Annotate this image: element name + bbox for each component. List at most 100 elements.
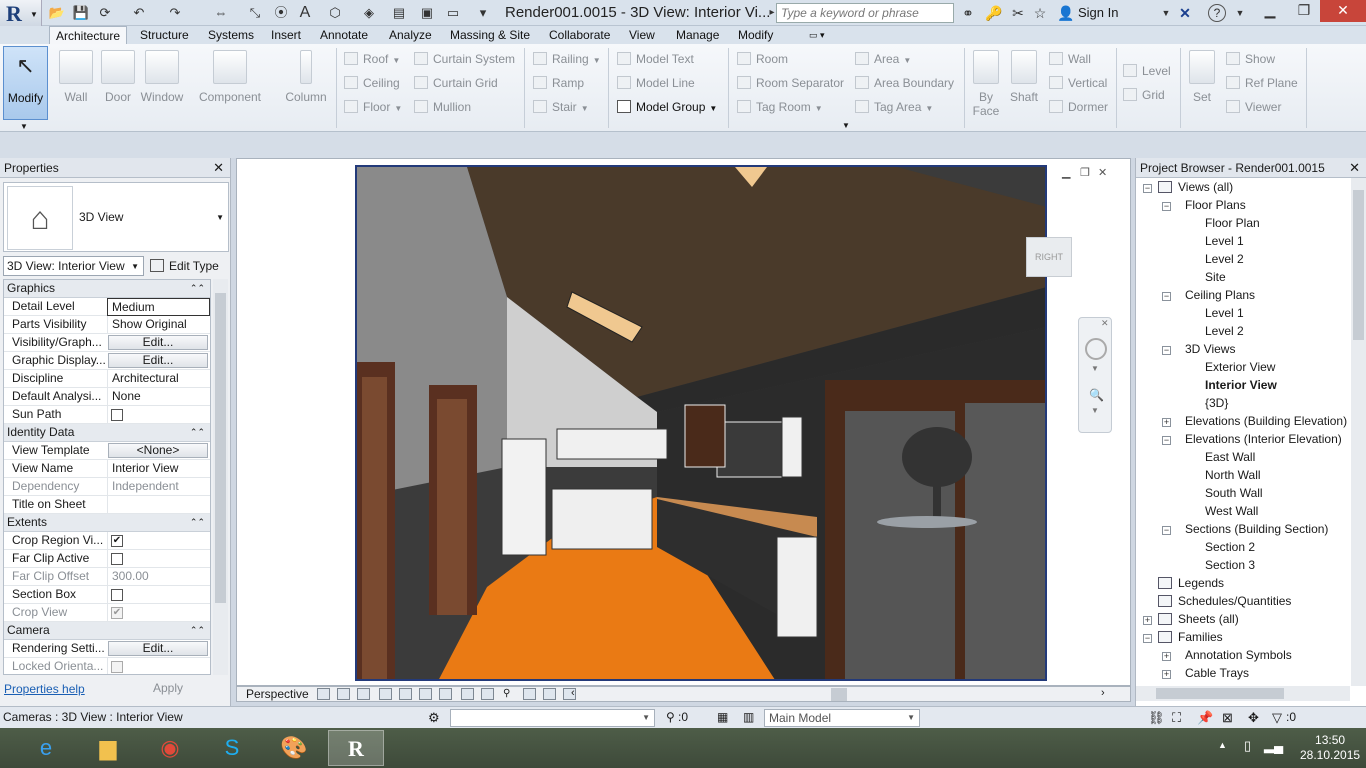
curtain-grid-button[interactable]: Curtain Grid — [414, 74, 498, 92]
tree-node-families[interactable]: Families — [1158, 628, 1223, 646]
section-identity-data[interactable]: Identity Data ⌃⌃ — [4, 424, 210, 442]
scroll-thumb[interactable] — [215, 293, 226, 603]
revit-taskbar-icon[interactable]: R — [328, 730, 384, 766]
floor-button[interactable]: Floor ▼ — [344, 98, 402, 116]
application-menu-button[interactable]: R ▼ — [0, 0, 42, 26]
room-separator-button[interactable]: Room Separator — [737, 74, 844, 92]
tag-room-button[interactable]: Tag Room ▼ — [737, 98, 823, 116]
zoom-icon[interactable]: 🔍 — [1089, 388, 1104, 402]
window-button[interactable]: Window — [138, 46, 186, 120]
level-button[interactable]: Level — [1123, 62, 1171, 80]
mullion-button[interactable]: Mullion — [414, 98, 471, 116]
sync-icon[interactable]: ⟳ — [96, 3, 114, 23]
section-camera[interactable]: Camera ⌃⌃ — [4, 622, 210, 640]
collapse-toggle-icon[interactable]: − — [1143, 184, 1152, 193]
thin-lines-icon[interactable]: ▤ — [390, 3, 408, 23]
by-face-button[interactable]: By Face — [970, 46, 1002, 120]
collapse-toggle-icon[interactable]: − — [1162, 202, 1171, 211]
save-icon[interactable]: 💾 — [72, 3, 90, 23]
tab-view[interactable]: View — [623, 26, 661, 44]
parts-visibility-field[interactable]: Show Original — [107, 316, 210, 334]
restore-view-icon[interactable]: ❐ — [1080, 166, 1090, 179]
unlocked-3d-view-icon[interactable] — [461, 688, 474, 700]
section-icon[interactable]: ◈ — [360, 3, 378, 23]
navigation-bar[interactable]: ✕ ▼ 🔍 ▼ — [1078, 317, 1112, 433]
crop-view-icon[interactable] — [419, 688, 432, 700]
tree-node-south-wall[interactable]: South Wall — [1205, 484, 1263, 502]
reveal-hidden-icon[interactable]: ⚲ — [503, 688, 516, 700]
tab-modify[interactable]: Modify — [732, 26, 779, 44]
tree-node-cable-trays[interactable]: Cable Trays — [1185, 664, 1249, 682]
clock[interactable]: 13:50 28.10.2015 — [1300, 733, 1360, 763]
filter-icon[interactable]: ▽ — [1272, 710, 1282, 726]
tree-node-sections[interactable]: Sections (Building Section) — [1185, 520, 1328, 538]
door-button[interactable]: Door — [100, 46, 136, 120]
viewer-button[interactable]: Viewer — [1226, 98, 1281, 116]
area-boundary-button[interactable]: Area Boundary — [855, 74, 954, 92]
sun-path-icon[interactable] — [357, 688, 370, 700]
editable-only-icon[interactable]: ▦ — [717, 710, 728, 724]
close-view-icon[interactable]: ✕ — [1098, 166, 1107, 179]
apply-button[interactable]: Apply — [153, 681, 183, 695]
tree-node-section-2[interactable]: Section 2 — [1205, 538, 1255, 556]
worksets-icon[interactable]: ⚙ — [428, 710, 440, 726]
tab-architecture[interactable]: Architecture — [49, 26, 128, 44]
wall-opening-button[interactable]: Wall — [1049, 50, 1091, 68]
tree-node-ceiling-level-2[interactable]: Level 2 — [1205, 322, 1244, 340]
design-options-icon[interactable]: ▥ — [743, 710, 754, 724]
tree-node-level-2[interactable]: Level 2 — [1205, 250, 1244, 268]
subscription-center-icon[interactable]: 🔑 — [984, 4, 1004, 22]
detail-level-icon[interactable] — [317, 688, 330, 700]
room-button[interactable]: Room — [737, 50, 788, 68]
collapse-toggle-icon[interactable]: − — [1143, 634, 1152, 643]
temporary-view-properties-icon[interactable] — [523, 688, 536, 700]
drag-elements-icon[interactable]: ✥ — [1248, 710, 1259, 726]
scroll-thumb[interactable] — [1353, 190, 1364, 340]
view-instance-selector[interactable]: 3D View: Interior View ▼ — [3, 256, 144, 276]
project-browser-hscrollbar[interactable] — [1136, 686, 1350, 701]
edit-type-button[interactable]: Edit Type — [150, 256, 219, 276]
tree-node-legends[interactable]: Legends — [1158, 574, 1224, 592]
modify-button[interactable]: ↖ Modify — [3, 46, 48, 120]
grid-button[interactable]: Grid — [1123, 86, 1165, 104]
customize-qat-icon[interactable]: ▾ — [474, 3, 492, 23]
collapse-toggle-icon[interactable]: − — [1162, 292, 1171, 301]
column-button[interactable]: Column — [282, 46, 330, 120]
detail-level-field[interactable]: Medium — [107, 298, 210, 316]
internet-explorer-icon[interactable]: e — [18, 730, 74, 766]
model-text-button[interactable]: Model Text — [617, 50, 694, 68]
chrome-icon[interactable]: ◉ — [142, 730, 198, 766]
close-hidden-windows-icon[interactable]: ▣ — [418, 3, 436, 23]
tree-node-level-1[interactable]: Level 1 — [1205, 232, 1244, 250]
tree-node-sheets[interactable]: Sheets (all) — [1158, 610, 1239, 628]
tree-node-ceiling-plans[interactable]: Ceiling Plans — [1185, 286, 1255, 304]
section-graphics[interactable]: Graphics ⌃⌃ — [4, 280, 210, 298]
tag-icon[interactable]: ⦿ — [272, 3, 290, 23]
binoculars-icon[interactable]: ⚭ — [958, 4, 978, 22]
tab-collaborate[interactable]: Collaborate — [543, 26, 616, 44]
tab-manage[interactable]: Manage — [670, 26, 725, 44]
sun-path-checkbox[interactable] — [111, 409, 123, 421]
communication-center-icon[interactable]: ✂ — [1008, 4, 1028, 22]
minimize-view-icon[interactable]: ▁ — [1062, 166, 1070, 179]
close-button[interactable]: ✕ — [1320, 0, 1366, 22]
help-dropdown-icon[interactable]: ▼ — [1230, 4, 1250, 22]
sign-in-button[interactable]: Sign In — [1078, 5, 1118, 20]
curtain-system-button[interactable]: Curtain System — [414, 50, 515, 68]
tree-node-schedules[interactable]: Schedules/Quantities — [1158, 592, 1291, 610]
crop-region-checkbox[interactable]: ✔ — [111, 535, 123, 547]
select-pinned-icon[interactable]: 📌 — [1197, 710, 1213, 726]
default-3d-view-icon[interactable]: ⬡ — [326, 3, 344, 23]
network-signal-icon[interactable]: ▂▄ — [1264, 738, 1283, 754]
set-workplane-button[interactable]: Set — [1184, 46, 1220, 120]
select-dropdown-icon[interactable]: ▼ — [20, 122, 28, 131]
show-workplane-button[interactable]: Show — [1226, 50, 1275, 68]
sign-in-dropdown-icon[interactable]: ▼ — [1156, 4, 1176, 22]
search-input[interactable]: Type a keyword or phrase — [776, 3, 954, 23]
measure-icon[interactable]: ⇔ — [212, 3, 230, 23]
expand-toggle-icon[interactable]: + — [1143, 616, 1152, 625]
undo-icon[interactable]: ↶ — [130, 3, 148, 23]
tree-node-ceiling-level-1[interactable]: Level 1 — [1205, 304, 1244, 322]
battery-icon[interactable]: ▯ — [1244, 738, 1251, 754]
scroll-left-icon[interactable]: ‹ — [571, 687, 575, 699]
